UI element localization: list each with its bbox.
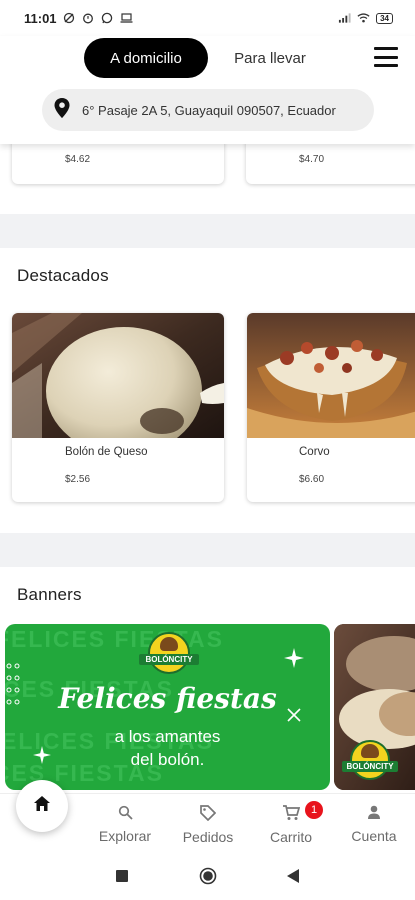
wifi-icon xyxy=(357,12,370,25)
banner-card[interactable]: BOLÓNCITY xyxy=(334,624,415,790)
whatsapp-icon xyxy=(101,12,114,25)
featured-card[interactable]: Bolón de Queso $2.56 xyxy=(12,313,224,502)
home-system-icon[interactable] xyxy=(199,867,217,890)
search-icon xyxy=(118,805,133,823)
tab-pickup[interactable]: Para llevar xyxy=(222,38,318,78)
alarm-icon xyxy=(82,12,95,25)
section-title-featured: Destacados xyxy=(17,266,109,285)
logo-text: BOLÓNCITY xyxy=(342,761,398,772)
tab-delivery[interactable]: A domicilio xyxy=(84,38,208,78)
nav-explore[interactable]: Explorar xyxy=(92,794,158,852)
tag-icon xyxy=(200,805,217,824)
cart-icon xyxy=(282,805,300,824)
banner-card[interactable]: FELICES FIESTAS FELICES FIESTAS FELICES … xyxy=(5,624,330,790)
nav-account[interactable]: Cuenta xyxy=(344,794,404,852)
status-time: 11:01 xyxy=(24,10,57,26)
product-image xyxy=(12,313,224,438)
status-bar: 11:01 34 xyxy=(0,0,415,36)
notification-off-icon xyxy=(63,12,76,25)
nav-cart-label: Carrito xyxy=(269,829,312,845)
laptop-icon xyxy=(120,12,133,25)
product-price: $4.62 xyxy=(65,154,91,165)
product-price: $4.70 xyxy=(299,154,325,165)
bolon-city-logo: BOLÓNCITY xyxy=(342,740,398,782)
banner-headline: Felices fiestas xyxy=(58,682,277,715)
nav-account-label: Cuenta xyxy=(351,828,397,844)
system-navigation-bar xyxy=(0,851,415,900)
battery-indicator: 34 xyxy=(376,12,393,24)
banner-line-1: a los amantes xyxy=(114,727,221,746)
signal-icon xyxy=(338,12,351,25)
section-title-banners: Banners xyxy=(17,585,82,604)
location-pin-icon xyxy=(54,97,70,123)
product-price: $2.56 xyxy=(65,474,91,485)
bolon-city-logo: BOLÓNCITY xyxy=(139,632,199,676)
section-divider xyxy=(0,214,415,248)
address-text: 6° Pasaje 2A 5, Guayaquil 090507, Ecuado… xyxy=(82,102,336,118)
home-icon xyxy=(34,796,50,816)
address-selector[interactable]: 6° Pasaje 2A 5, Guayaquil 090507, Ecuado… xyxy=(42,89,374,131)
menu-icon[interactable] xyxy=(374,47,398,67)
section-divider xyxy=(0,533,415,567)
product-name: Corvo xyxy=(299,446,330,458)
home-button[interactable] xyxy=(16,780,68,832)
cart-count-badge: 1 xyxy=(305,801,323,819)
banner-line-2: del bolón. xyxy=(130,750,205,769)
product-price: $6.60 xyxy=(299,474,325,485)
header: A domicilio Para llevar 6° Pasaje 2A 5, … xyxy=(0,36,415,144)
recent-apps-icon[interactable] xyxy=(116,870,128,882)
product-image xyxy=(247,313,415,438)
back-icon[interactable] xyxy=(287,869,299,888)
featured-card[interactable]: Corvo $6.60 xyxy=(247,313,415,502)
person-icon xyxy=(367,805,381,823)
nav-explore-label: Explorar xyxy=(98,828,152,844)
product-name: Bolón de Queso xyxy=(65,446,148,458)
nav-orders[interactable]: Pedidos xyxy=(176,794,240,852)
logo-text: BOLÓNCITY xyxy=(139,654,199,665)
nav-orders-label: Pedidos xyxy=(182,829,234,845)
sparkle-icon xyxy=(284,648,304,673)
